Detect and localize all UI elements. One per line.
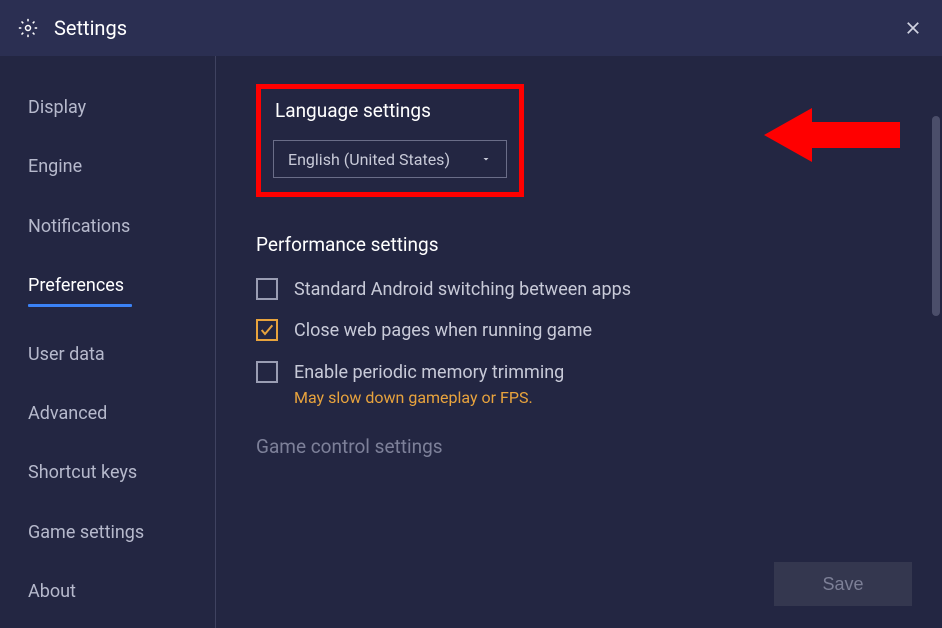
sidebar: Display Engine Notifications Preferences…: [0, 56, 216, 628]
language-dropdown[interactable]: English (United States): [273, 140, 507, 178]
save-button-label: Save: [822, 574, 863, 595]
close-icon: [904, 19, 922, 37]
checkbox-box: [256, 319, 278, 341]
performance-section: Performance settings Standard Android sw…: [256, 233, 906, 407]
language-selected-value: English (United States): [288, 150, 450, 169]
sidebar-item-game-settings[interactable]: Game settings: [0, 509, 215, 556]
sidebar-item-shortcut-keys[interactable]: Shortcut keys: [0, 449, 215, 496]
sidebar-item-preferences[interactable]: Preferences: [0, 262, 215, 318]
performance-section-title: Performance settings: [256, 233, 906, 256]
checkbox-memory-trimming[interactable]: Enable periodic memory trimming May slow…: [256, 361, 906, 407]
sidebar-item-user-data[interactable]: User data: [0, 331, 215, 378]
save-button[interactable]: Save: [774, 562, 912, 606]
annotation-highlight-box: Language settings English (United States…: [256, 84, 524, 197]
sidebar-item-label: About: [28, 581, 76, 602]
sidebar-item-label: Game settings: [28, 522, 144, 543]
sidebar-item-label: Engine: [28, 156, 82, 177]
active-underline: [28, 304, 132, 307]
game-control-title: Game control settings: [256, 435, 906, 458]
sidebar-item-engine[interactable]: Engine: [0, 143, 215, 190]
checkbox-warning-note: May slow down gameplay or FPS.: [294, 388, 564, 407]
vertical-scrollbar[interactable]: [932, 116, 940, 316]
gear-icon: [18, 18, 38, 38]
chevron-down-icon: [480, 150, 492, 169]
checkbox-standard-switching[interactable]: Standard Android switching between apps: [256, 278, 906, 301]
annotation-arrow: [764, 100, 904, 174]
sidebar-item-label: User data: [28, 344, 105, 365]
sidebar-item-label: Display: [28, 97, 86, 118]
checkbox-box: [256, 278, 278, 300]
sidebar-item-label: Notifications: [28, 216, 130, 237]
checkbox-label: Close web pages when running game: [294, 319, 592, 342]
titlebar: Settings: [0, 0, 942, 56]
game-control-section: Game control settings: [256, 435, 906, 458]
checkbox-label: Enable periodic memory trimming: [294, 361, 564, 384]
window-title: Settings: [54, 16, 127, 40]
checkbox-label: Standard Android switching between apps: [294, 278, 631, 301]
sidebar-item-label: Shortcut keys: [28, 462, 137, 483]
content-pane: Language settings English (United States…: [216, 56, 942, 628]
sidebar-item-advanced[interactable]: Advanced: [0, 390, 215, 437]
close-button[interactable]: [902, 17, 924, 39]
language-section-title: Language settings: [275, 99, 507, 122]
sidebar-item-label: Advanced: [28, 403, 107, 424]
sidebar-item-about[interactable]: About: [0, 568, 215, 615]
sidebar-item-label: Preferences: [28, 275, 124, 296]
checkbox-close-web-pages[interactable]: Close web pages when running game: [256, 319, 906, 342]
checkbox-box: [256, 361, 278, 383]
sidebar-item-display[interactable]: Display: [0, 84, 215, 131]
sidebar-item-notifications[interactable]: Notifications: [0, 203, 215, 250]
